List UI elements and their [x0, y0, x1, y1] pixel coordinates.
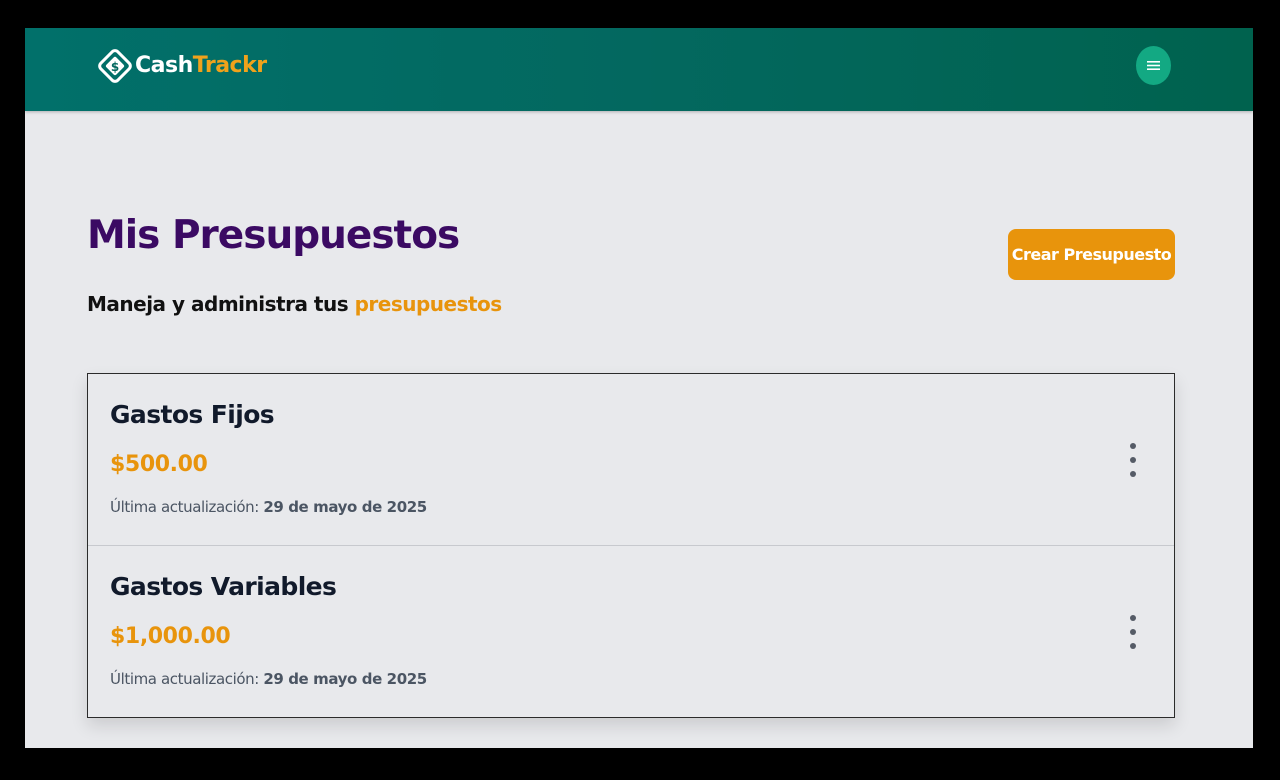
kebab-dot-icon [1130, 615, 1136, 621]
kebab-dot-icon [1130, 457, 1136, 463]
kebab-dot-icon [1130, 643, 1136, 649]
app-window: $ CashTrackr Mis Presupuestos Maneja y a… [25, 28, 1253, 748]
page-subtitle: Maneja y administra tus presupuestos [87, 292, 502, 316]
budget-amount: $500.00 [110, 452, 208, 477]
logo-text-trackr: Trackr [192, 52, 267, 78]
kebab-dot-icon [1130, 471, 1136, 477]
updated-date: 29 de mayo de 2025 [263, 498, 427, 516]
budget-options-button[interactable] [1123, 612, 1143, 652]
create-budget-button[interactable]: Crear Presupuesto [1008, 229, 1175, 280]
page-title: Mis Presupuestos [87, 213, 460, 258]
hamburger-menu-icon [1147, 61, 1160, 70]
logo-text-cash: Cash [135, 52, 193, 78]
top-navbar: $ CashTrackr [25, 28, 1253, 111]
budget-options-button[interactable] [1123, 440, 1143, 480]
kebab-dot-icon [1130, 443, 1136, 449]
budget-item: Gastos Variables $1,000.00 Última actual… [88, 545, 1174, 717]
kebab-dot-icon [1130, 629, 1136, 635]
budget-list: Gastos Fijos $500.00 Última actualizació… [87, 373, 1175, 718]
subtitle-text: Maneja y administra tus [87, 292, 355, 316]
logo[interactable]: $ CashTrackr [97, 44, 267, 86]
budget-last-updated: Última actualización: 29 de mayo de 2025 [110, 670, 427, 688]
budget-item: Gastos Fijos $500.00 Última actualizació… [88, 374, 1174, 545]
updated-label: Última actualización: [110, 498, 264, 516]
logo-wordmark: CashTrackr [135, 53, 267, 78]
updated-date: 29 de mayo de 2025 [263, 670, 427, 688]
cash-logo-icon: $ [97, 45, 133, 85]
budget-amount: $1,000.00 [110, 624, 231, 649]
budget-last-updated: Última actualización: 29 de mayo de 2025 [110, 498, 427, 516]
budget-name[interactable]: Gastos Fijos [110, 400, 275, 429]
updated-label: Última actualización: [110, 670, 264, 688]
svg-text:$: $ [111, 60, 119, 74]
menu-button[interactable] [1136, 46, 1171, 85]
subtitle-accent: presupuestos [354, 292, 503, 316]
budget-name[interactable]: Gastos Variables [110, 572, 337, 601]
